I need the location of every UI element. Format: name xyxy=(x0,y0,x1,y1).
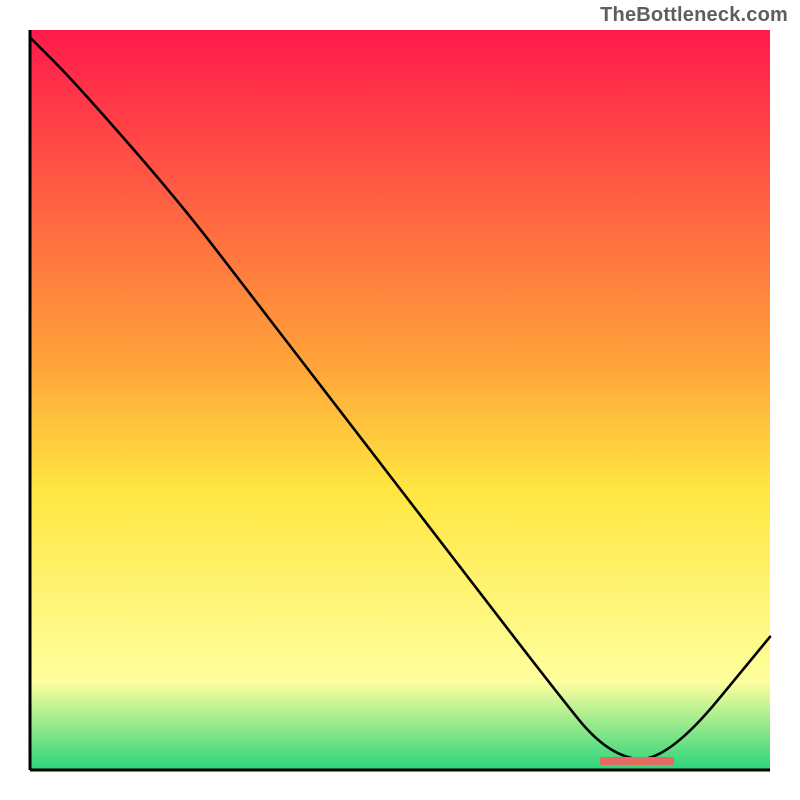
chart-canvas: TheBottleneck.com xyxy=(0,0,800,800)
plot-svg xyxy=(0,0,800,800)
watermark-text: TheBottleneck.com xyxy=(600,4,788,27)
floor-marker xyxy=(600,757,674,765)
plot-background xyxy=(30,30,770,770)
